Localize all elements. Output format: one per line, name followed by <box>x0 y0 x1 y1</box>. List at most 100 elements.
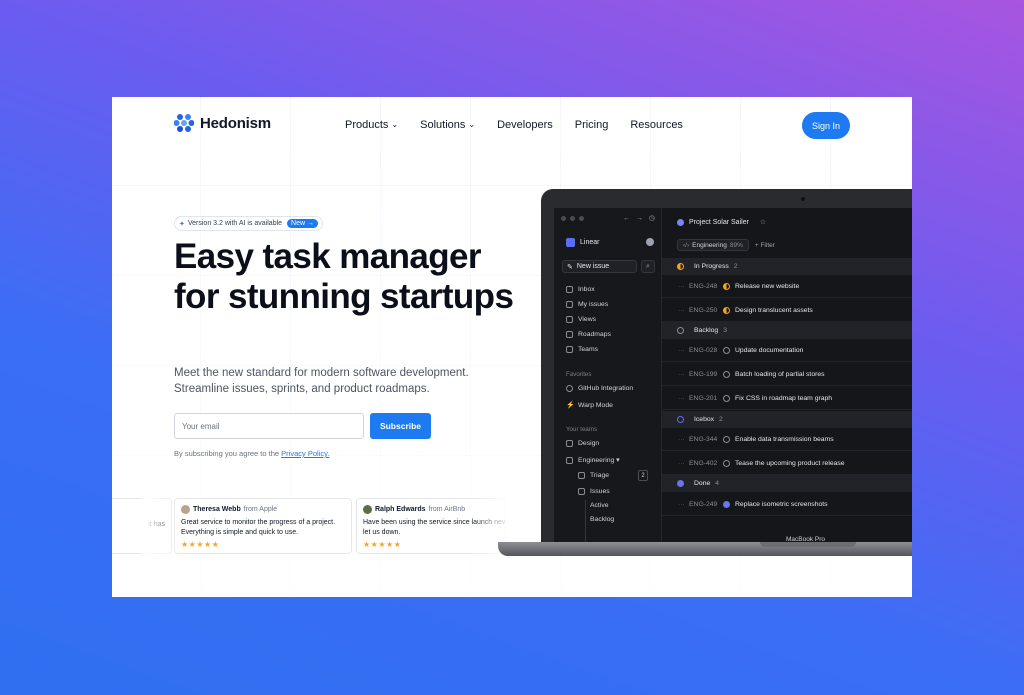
star-icon[interactable]: ☆ <box>760 218 766 226</box>
minimize-dot[interactable] <box>570 216 575 221</box>
issue-id: ENG-028 <box>689 346 718 354</box>
group-count: 4 <box>715 480 720 487</box>
backlog-status-icon[interactable] <box>723 394 730 402</box>
app-screen: ← → ◷ Linear ✎ New issue ⌕ Inbox My issu… <box>554 208 912 544</box>
issue-row[interactable]: ··· ENG-201 Fix CSS in roadmap team graph <box>662 387 912 410</box>
sidebar-item-label: Issues <box>590 488 610 495</box>
device-label: MacBook Pro <box>786 536 826 543</box>
new-issue-button[interactable]: ✎ New issue <box>562 260 637 273</box>
issue-row[interactable]: ··· ENG-249 Replace isometric screenshots <box>662 493 912 516</box>
sidebar-item-warp-mode[interactable]: ⚡ Warp Mode <box>566 401 613 410</box>
sidebar-item-label: GitHub Integration <box>578 385 634 392</box>
sidebar-item-active[interactable]: Active <box>590 502 609 509</box>
issues-icon <box>566 301 573 308</box>
group-label: Backlog <box>694 327 719 334</box>
group-count: 3 <box>723 327 727 334</box>
project-header[interactable]: Project Solar Sailer ☆ <box>677 218 766 226</box>
in-progress-status-icon[interactable] <box>723 282 730 290</box>
sidebar-item-label: Backlog <box>590 516 615 523</box>
chip-percent: 89% <box>729 241 743 249</box>
more-icon: ··· <box>678 370 685 378</box>
close-dot[interactable] <box>561 216 566 221</box>
sidebar-item-inbox[interactable]: Inbox <box>566 286 595 293</box>
sidebar-item-engineering[interactable]: Engineering ▾ <box>566 456 620 464</box>
window-controls <box>561 216 584 221</box>
group-icebox[interactable]: Icebox 2 <box>662 411 912 428</box>
issue-row[interactable]: ··· ENG-402 Tease the upcoming product rel… <box>662 452 912 475</box>
issue-row[interactable]: ··· ENG-199 Batch loading of partial store… <box>662 363 912 386</box>
in-progress-status-icon <box>677 263 684 270</box>
issue-row[interactable]: ··· ENG-028 Update documentation <box>662 339 912 362</box>
issue-id: ENG-248 <box>689 282 718 290</box>
sidebar-item-github[interactable]: GitHub Integration <box>566 385 633 392</box>
backlog-status-icon[interactable] <box>723 370 730 378</box>
sidebar-item-label: Teams <box>578 346 599 353</box>
issue-title: Release new website <box>735 282 800 290</box>
issue-id: ENG-344 <box>689 435 718 443</box>
issue-row[interactable]: ··· ENG-250 Design translucent assets <box>662 299 912 322</box>
more-icon: ··· <box>678 346 685 354</box>
bolt-icon: ⚡ <box>566 402 575 409</box>
sidebar-item-label: Inbox <box>578 286 595 293</box>
sidebar-item-roadmaps[interactable]: Roadmaps <box>566 331 611 338</box>
group-label: Icebox <box>694 416 715 423</box>
workspace-icon <box>566 238 575 247</box>
sidebar-item-label: Active <box>590 502 609 509</box>
history-arrows-icon[interactable]: ← → ◷ <box>623 214 657 222</box>
more-icon: ··· <box>678 282 685 290</box>
avatar[interactable] <box>646 238 654 246</box>
stack-icon <box>578 488 585 495</box>
engineering-filter-chip[interactable]: ‹/› Engineering 89% <box>677 239 749 251</box>
group-done[interactable]: Done 4 <box>662 475 912 492</box>
chip-label: Engineering <box>692 241 727 249</box>
backlog-status-icon <box>677 327 684 334</box>
camera-icon <box>801 197 805 201</box>
backlog-status-icon[interactable] <box>723 459 730 467</box>
triage-icon <box>578 472 585 479</box>
add-filter-button[interactable]: + Filter <box>755 242 775 249</box>
more-icon: ··· <box>678 306 685 314</box>
issue-id: ENG-199 <box>689 370 718 378</box>
sidebar-item-backlog[interactable]: Backlog <box>590 516 614 523</box>
sidebar-item-design[interactable]: Design <box>566 440 599 447</box>
issue-id: ENG-250 <box>689 306 718 314</box>
sidebar-item-teams[interactable]: Teams <box>566 346 598 353</box>
workspace-switcher[interactable]: Linear <box>566 238 599 247</box>
code-icon: ‹/› <box>683 241 690 249</box>
more-icon: ··· <box>678 435 685 443</box>
sidebar-item-label: Engineering ▾ <box>578 457 620 464</box>
favorites-heading: Favorites <box>566 371 592 378</box>
laptop-clip: ← → ◷ Linear ✎ New issue ⌕ Inbox My issu… <box>0 0 912 597</box>
done-status-icon[interactable] <box>723 500 730 508</box>
project-icon <box>677 218 684 226</box>
group-backlog[interactable]: Backlog 3 <box>662 322 912 339</box>
sidebar-item-my-issues[interactable]: My issues <box>566 301 608 308</box>
in-progress-status-icon[interactable] <box>723 306 730 314</box>
inbox-icon <box>566 286 573 293</box>
map-icon <box>566 331 573 338</box>
sidebar-item-label: Warp Mode <box>578 401 613 409</box>
sidebar-item-triage[interactable]: Triage <box>578 472 609 479</box>
sidebar-item-label: Triage <box>590 472 610 479</box>
issue-row[interactable]: ··· ENG-344 Enable data transmission beams <box>662 428 912 451</box>
group-label: In Progress <box>694 263 729 270</box>
sidebar-item-label: Roadmaps <box>578 331 611 338</box>
issue-title: Update documentation <box>735 346 804 354</box>
search-icon[interactable]: ⌕ <box>641 260 655 273</box>
issue-row[interactable]: ··· ENG-248 Release new website <box>662 275 912 298</box>
sidebar-item-label: Design <box>578 440 600 447</box>
zoom-dot[interactable] <box>579 216 584 221</box>
sidebar-item-views[interactable]: Views <box>566 316 596 323</box>
new-issue-label: New issue <box>576 263 610 270</box>
backlog-status-icon[interactable] <box>723 435 730 443</box>
issue-id: ENG-402 <box>689 459 718 467</box>
issue-title: Batch loading of partial stores <box>735 370 825 378</box>
more-icon: ··· <box>678 459 685 467</box>
group-in-progress[interactable]: In Progress 2 <box>662 258 912 275</box>
group-count: 2 <box>733 263 738 270</box>
icebox-status-icon <box>677 416 684 423</box>
teams-heading: Your teams <box>566 426 598 433</box>
backlog-status-icon[interactable] <box>723 346 730 354</box>
sidebar-item-issues[interactable]: Issues <box>578 488 610 495</box>
group-count: 2 <box>719 416 723 423</box>
